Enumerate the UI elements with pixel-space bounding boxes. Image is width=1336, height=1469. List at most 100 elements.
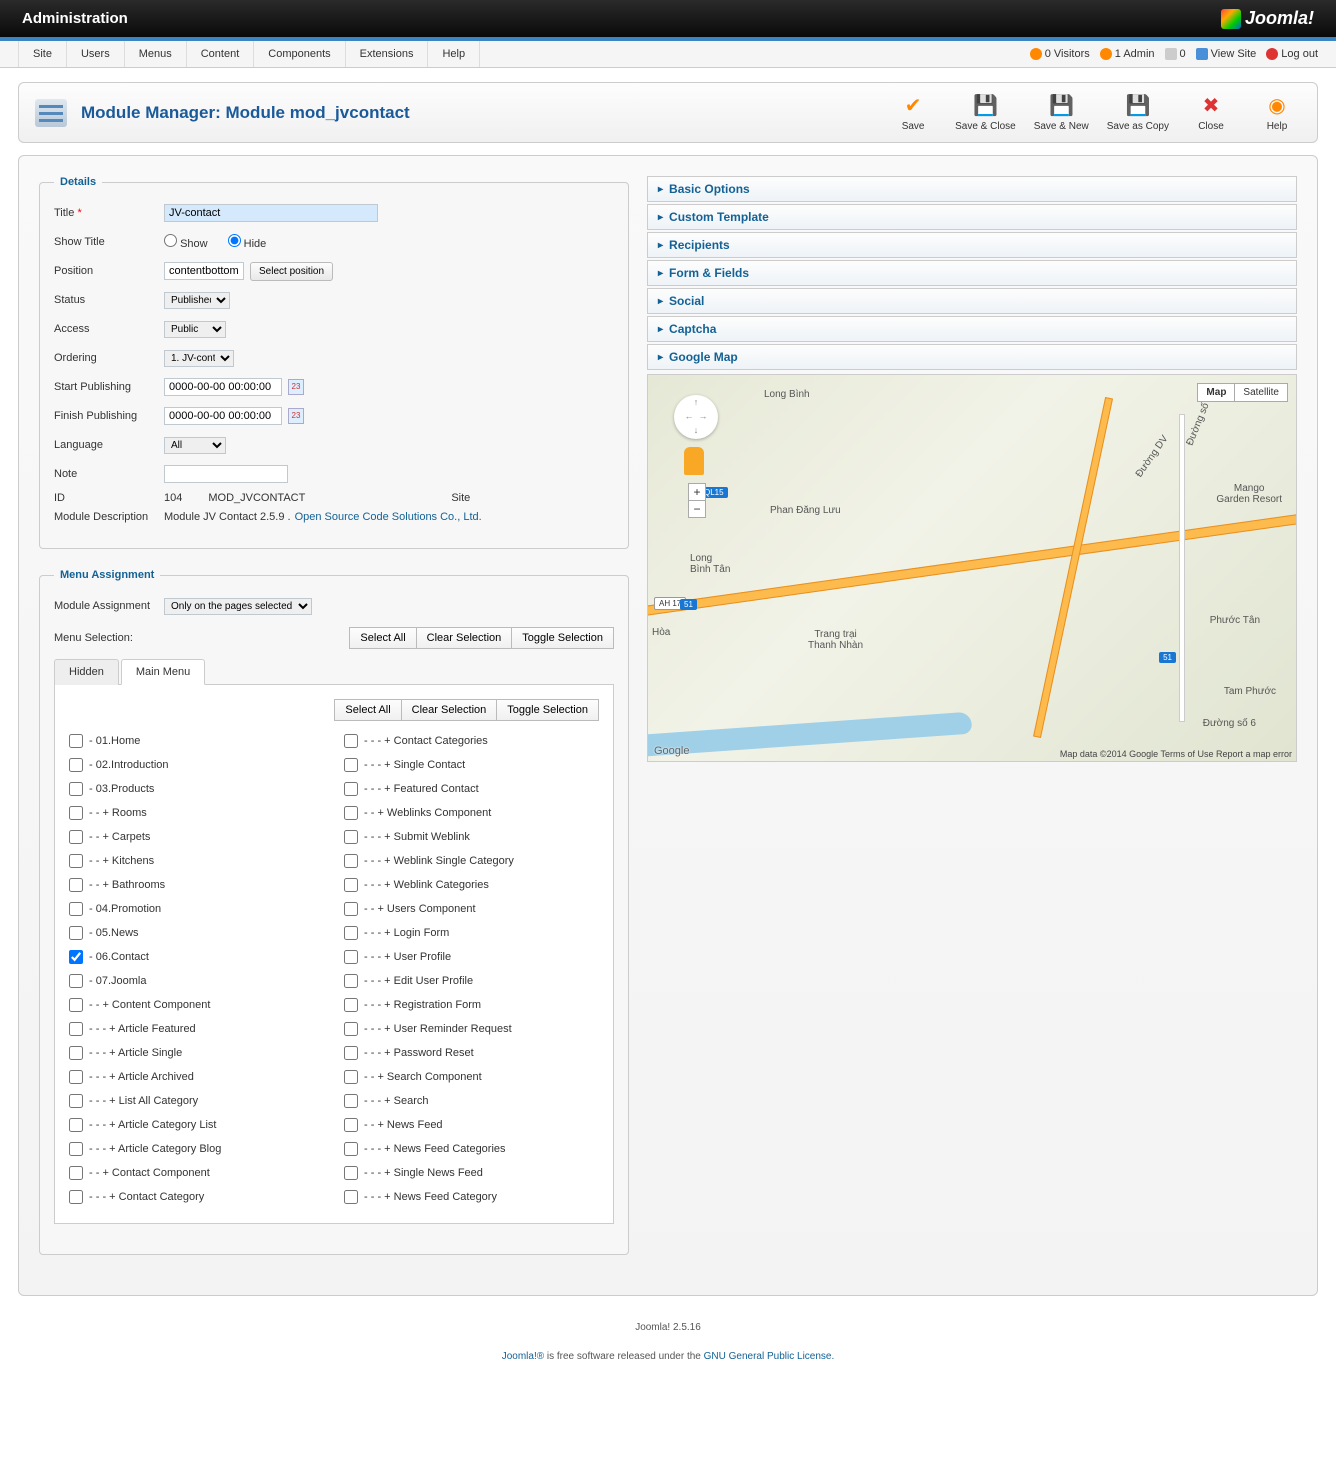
- access-select[interactable]: Public: [164, 321, 226, 338]
- module-assignment-select[interactable]: Only on the pages selected: [164, 598, 312, 615]
- tab-hidden[interactable]: Hidden: [54, 659, 119, 685]
- menu-item-checkbox[interactable]: [69, 782, 83, 796]
- menu-item-checkbox[interactable]: [69, 1166, 83, 1180]
- position-input[interactable]: [164, 262, 244, 280]
- footer-license-link[interactable]: GNU General Public License.: [704, 1351, 835, 1362]
- calendar-icon[interactable]: 23: [288, 408, 304, 424]
- menu-item-checkbox[interactable]: [69, 1070, 83, 1084]
- menu-item-checkbox[interactable]: [344, 950, 358, 964]
- zoom-in-button[interactable]: +: [689, 484, 705, 501]
- help-button[interactable]: ◉Help: [1253, 93, 1301, 132]
- menu-item-checkbox[interactable]: [344, 854, 358, 868]
- menu-item-checkbox[interactable]: [344, 878, 358, 892]
- menu-item-checkbox[interactable]: [344, 782, 358, 796]
- start-pub-input[interactable]: [164, 378, 282, 396]
- menu-item-checkbox[interactable]: [69, 854, 83, 868]
- status-select[interactable]: Published: [164, 292, 230, 309]
- menu-item-checkbox[interactable]: [344, 734, 358, 748]
- hide-radio-label[interactable]: Hide: [228, 234, 267, 250]
- menu-item-checkbox[interactable]: [344, 806, 358, 820]
- menu-item-content[interactable]: Content: [187, 41, 255, 67]
- note-input[interactable]: [164, 465, 288, 483]
- accordion-custom-template[interactable]: ▸Custom Template: [647, 204, 1297, 230]
- calendar-icon[interactable]: 23: [288, 379, 304, 395]
- footer-joomla-link[interactable]: Joomla!®: [502, 1351, 544, 1362]
- satellite-view-button[interactable]: Satellite: [1235, 384, 1287, 401]
- menu-item-checkbox[interactable]: [344, 1046, 358, 1060]
- language-select[interactable]: All: [164, 437, 226, 454]
- hide-radio[interactable]: [228, 234, 241, 247]
- menu-item-checkbox[interactable]: [69, 1190, 83, 1204]
- menu-item-checkbox[interactable]: [344, 1190, 358, 1204]
- select-all-button[interactable]: Select All: [334, 699, 401, 721]
- main-content: Module Manager: Module mod_jvcontact ✔Sa…: [0, 68, 1336, 1310]
- menu-item-menus[interactable]: Menus: [125, 41, 187, 67]
- menu-item-checkbox[interactable]: [344, 974, 358, 988]
- menu-item-checkbox[interactable]: [344, 902, 358, 916]
- menu-item-checkbox[interactable]: [69, 758, 83, 772]
- savenew-button[interactable]: 💾Save & New: [1034, 93, 1089, 132]
- menu-item-help[interactable]: Help: [428, 41, 480, 67]
- pegman-icon[interactable]: [684, 447, 704, 475]
- title-input[interactable]: [164, 204, 378, 222]
- tab-main-menu[interactable]: Main Menu: [121, 659, 205, 685]
- accordion-basic-options[interactable]: ▸Basic Options: [647, 176, 1297, 202]
- menu-item-checkbox[interactable]: [344, 1022, 358, 1036]
- clear-selection-button-top[interactable]: Clear Selection: [416, 627, 513, 649]
- close-button[interactable]: ✖Close: [1187, 93, 1235, 132]
- menu-item-checkbox[interactable]: [69, 926, 83, 940]
- map-view-button[interactable]: Map: [1198, 384, 1235, 401]
- menu-item-site[interactable]: Site: [18, 41, 67, 67]
- menu-item-checkbox[interactable]: [344, 1118, 358, 1132]
- view-site-link[interactable]: View Site: [1196, 48, 1257, 60]
- menu-item-checkbox[interactable]: [69, 950, 83, 964]
- menu-item-checkbox[interactable]: [69, 998, 83, 1012]
- google-map[interactable]: Long Bình Mango Garden Resort Phan Đăng …: [647, 374, 1297, 762]
- menu-item-users[interactable]: Users: [67, 41, 125, 67]
- menu-item-checkbox[interactable]: [69, 806, 83, 820]
- show-radio[interactable]: [164, 234, 177, 247]
- menu-item-components[interactable]: Components: [254, 41, 345, 67]
- menu-item-checkbox[interactable]: [69, 1142, 83, 1156]
- logout-link[interactable]: Log out: [1266, 48, 1318, 60]
- menu-item-checkbox[interactable]: [69, 974, 83, 988]
- menu-item-extensions[interactable]: Extensions: [346, 41, 429, 67]
- ordering-select[interactable]: 1. JV-contact: [164, 350, 234, 367]
- save-button[interactable]: ✔Save: [889, 93, 937, 132]
- select-all-button-top[interactable]: Select All: [349, 627, 416, 649]
- map-pan-control[interactable]: [674, 395, 718, 439]
- saveclose-button[interactable]: 💾Save & Close: [955, 93, 1016, 132]
- menu-item-checkbox[interactable]: [69, 1094, 83, 1108]
- menu-item-checkbox[interactable]: [69, 1022, 83, 1036]
- menu-item-checkbox[interactable]: [344, 998, 358, 1012]
- menu-item-checkbox[interactable]: [69, 830, 83, 844]
- accordion-recipients[interactable]: ▸Recipients: [647, 232, 1297, 258]
- menu-item-checkbox[interactable]: [344, 830, 358, 844]
- menu-item-checkbox[interactable]: [69, 878, 83, 892]
- toggle-selection-button[interactable]: Toggle Selection: [496, 699, 599, 721]
- menu-item-checkbox[interactable]: [69, 734, 83, 748]
- menu-item-checkbox[interactable]: [69, 902, 83, 916]
- savecopy-button[interactable]: 💾Save as Copy: [1107, 93, 1169, 132]
- menu-item-checkbox[interactable]: [69, 1046, 83, 1060]
- accordion-captcha[interactable]: ▸Captcha: [647, 316, 1297, 342]
- zoom-out-button[interactable]: −: [689, 501, 705, 517]
- menu-item-checkbox[interactable]: [344, 1142, 358, 1156]
- menu-item-checkbox[interactable]: [344, 1070, 358, 1084]
- menu-item-checkbox[interactable]: [69, 1118, 83, 1132]
- toggle-selection-button-top[interactable]: Toggle Selection: [511, 627, 614, 649]
- desc-link[interactable]: Open Source Code Solutions Co., Ltd.: [295, 511, 482, 523]
- show-radio-label[interactable]: Show: [164, 234, 208, 250]
- accordion-form-fields[interactable]: ▸Form & Fields: [647, 260, 1297, 286]
- menu-item-checkbox[interactable]: [344, 1094, 358, 1108]
- menu-item-checkbox[interactable]: [344, 1166, 358, 1180]
- select-position-button[interactable]: Select position: [250, 262, 333, 281]
- toolbar-row: Module Manager: Module mod_jvcontact ✔Sa…: [18, 82, 1318, 143]
- finish-pub-input[interactable]: [164, 407, 282, 425]
- accordion-social[interactable]: ▸Social: [647, 288, 1297, 314]
- accordion-google-map[interactable]: ▸Google Map: [647, 344, 1297, 370]
- menu-item-checkbox[interactable]: [344, 926, 358, 940]
- menu-item: - - - + Weblink Categories: [344, 873, 599, 897]
- clear-selection-button[interactable]: Clear Selection: [401, 699, 498, 721]
- menu-item-checkbox[interactable]: [344, 758, 358, 772]
